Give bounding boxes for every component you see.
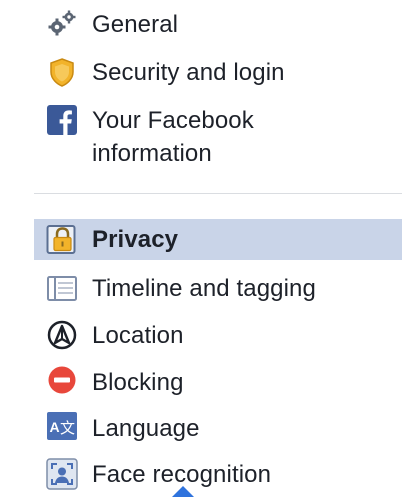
gears-icon xyxy=(46,8,78,40)
svg-text:A: A xyxy=(50,419,60,435)
timeline-icon xyxy=(46,272,78,304)
svg-text:文: 文 xyxy=(60,419,75,437)
blocking-icon xyxy=(46,364,78,396)
badge-icon xyxy=(46,56,78,88)
sidebar-item-location[interactable]: Location xyxy=(34,315,402,355)
sidebar-item-label: Blocking xyxy=(92,369,184,396)
sidebar-item-privacy[interactable]: Privacy xyxy=(34,219,402,260)
sidebar-item-label-line-2: information xyxy=(92,140,212,167)
settings-sidebar: General Security and login Your Facebook… xyxy=(0,0,402,497)
sidebar-item-general[interactable]: General xyxy=(34,4,402,44)
lock-icon xyxy=(46,223,78,255)
sidebar-item-security-and-login[interactable]: Security and login xyxy=(34,52,402,92)
sidebar-item-face-recognition[interactable]: Face recognition xyxy=(34,454,402,494)
sidebar-item-label: Privacy xyxy=(92,226,179,253)
sidebar-item-label: Security and login xyxy=(92,59,285,86)
sidebar-item-your-facebook-information[interactable]: Your Facebook information xyxy=(34,100,402,174)
sidebar-item-label: Language xyxy=(92,415,200,442)
sidebar-item-label: General xyxy=(92,11,179,38)
sidebar-item-language[interactable]: A 文 Language xyxy=(34,408,402,448)
location-icon xyxy=(46,319,78,351)
tooltip-pointer xyxy=(172,486,194,497)
facebook-icon xyxy=(46,104,78,136)
sidebar-item-timeline-and-tagging[interactable]: Timeline and tagging xyxy=(34,268,402,308)
sidebar-item-label-line-1: Your Facebook xyxy=(92,107,254,134)
language-icon: A 文 xyxy=(46,410,78,442)
sidebar-item-label: Location xyxy=(92,322,184,349)
sidebar-item-blocking[interactable]: Blocking xyxy=(34,362,402,402)
face-recognition-icon xyxy=(46,458,78,490)
section-divider xyxy=(34,193,402,194)
sidebar-item-label: Timeline and tagging xyxy=(92,275,316,302)
